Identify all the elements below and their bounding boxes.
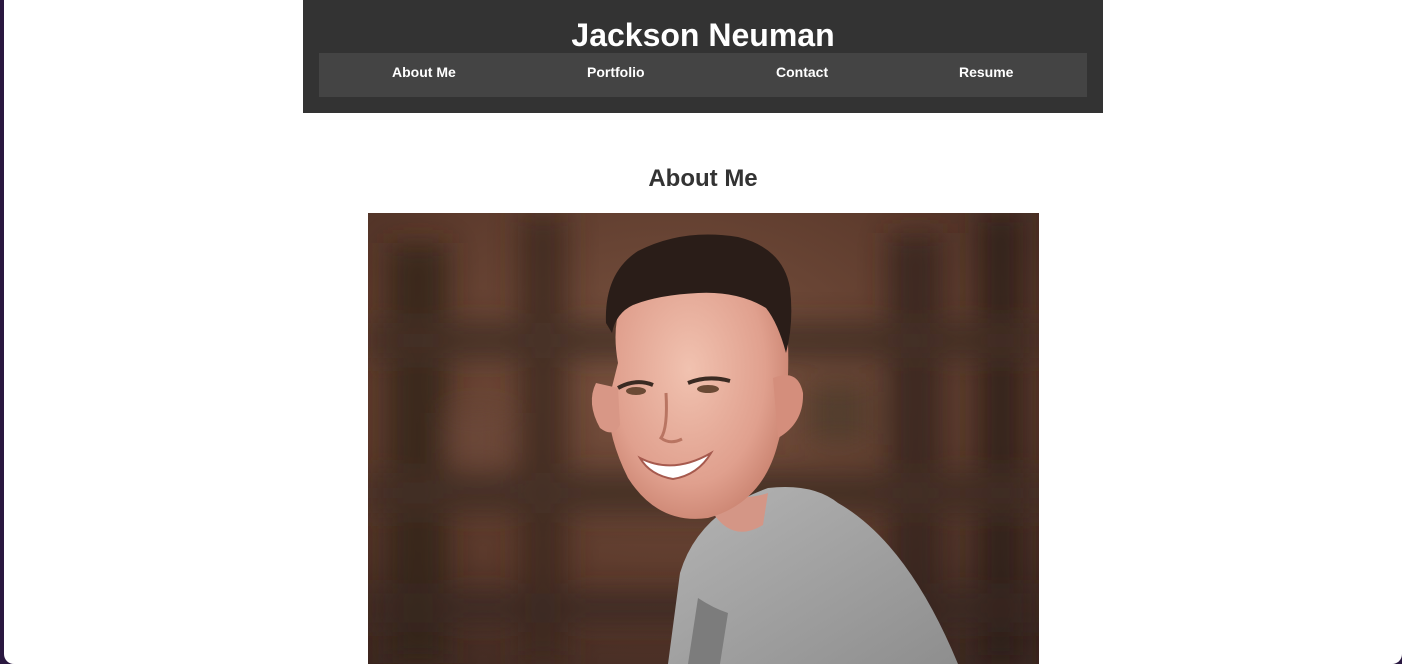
site-header: Jackson Neuman About Me Portfolio Contac… [303, 0, 1103, 113]
page: Jackson Neuman About Me Portfolio Contac… [4, 0, 1402, 664]
about-heading: About Me [648, 165, 758, 192]
nav-link-about-me[interactable]: About Me [392, 63, 456, 81]
nav-link-portfolio[interactable]: Portfolio [587, 63, 645, 81]
nav-bar: About Me Portfolio Contact Resume [319, 53, 1087, 97]
nav-link-resume[interactable]: Resume [959, 63, 1013, 81]
nav-link-contact[interactable]: Contact [776, 63, 828, 81]
site-title: Jackson Neuman [571, 17, 835, 53]
profile-photo [368, 213, 1039, 664]
